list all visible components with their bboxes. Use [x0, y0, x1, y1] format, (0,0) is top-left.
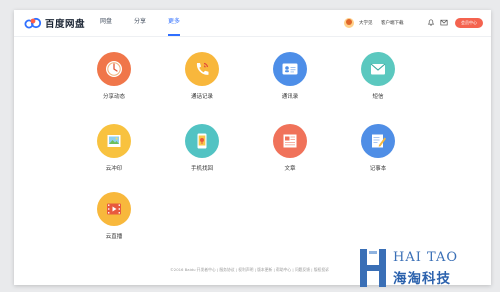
logo-text: 百度网盘 [45, 19, 86, 30]
app-contacts[interactable]: 通讯录 [268, 52, 312, 100]
photo-icon [97, 124, 131, 158]
clock-icon [97, 52, 131, 86]
app-cloud-print[interactable]: 云冲印 [92, 124, 136, 172]
app-share-feed[interactable]: 分享动态 [92, 52, 136, 100]
watermark-text-en: HAI TAO [393, 250, 458, 265]
app-cloud-live[interactable]: 云直播 [92, 192, 136, 240]
app-find-phone[interactable]: 手机找回 [180, 124, 224, 172]
user-menu[interactable]: 大学见 [344, 18, 373, 28]
film-icon [97, 192, 131, 226]
member-center-button[interactable]: 会员中心 [455, 18, 483, 28]
avatar[interactable] [344, 18, 354, 28]
main-nav: 网盘 分享 更多 [100, 10, 202, 36]
footer-links[interactable]: ©2016 Baidu 开发者中心 | 服务协议 | 权利声明 | 版本更新 |… [170, 267, 329, 273]
app-label: 分享动态 [102, 94, 125, 100]
app-label: 文章 [284, 166, 296, 172]
app-articles[interactable]: 文章 [268, 124, 312, 172]
watermark-text-cn: 海淘科技 [393, 271, 451, 287]
watermark: HAI TAO 海淘科技 [356, 246, 492, 292]
envelope-icon [361, 52, 395, 86]
contact-card-icon [273, 52, 307, 86]
top-header: 百度网盘 网盘 分享 更多 大学见 客户端下载 会员中心 [14, 10, 491, 37]
app-sms[interactable]: 短信 [356, 52, 400, 100]
app-label: 云直播 [105, 234, 123, 240]
cloud-logo-icon [24, 17, 42, 29]
app-label: 云冲印 [105, 166, 123, 172]
mail-icon[interactable] [440, 19, 448, 26]
app-call-log[interactable]: 通话记录 [180, 52, 224, 100]
app-label: 短信 [372, 94, 384, 100]
app-window: 百度网盘 网盘 分享 更多 大学见 客户端下载 会员中心 分享动态 通话记录 通… [14, 10, 491, 285]
article-icon [273, 124, 307, 158]
bell-icon[interactable] [427, 19, 435, 26]
app-label: 通话记录 [190, 94, 213, 100]
username[interactable]: 大学见 [359, 20, 373, 26]
nav-tab-more[interactable]: 更多 [168, 10, 181, 36]
notepad-icon [361, 124, 395, 158]
phone-locate-icon [185, 124, 219, 158]
logo[interactable]: 百度网盘 [24, 16, 85, 30]
app-label: 手机找回 [190, 166, 213, 172]
app-notepad[interactable]: 记事本 [356, 124, 400, 172]
watermark-logo-icon [360, 249, 386, 287]
nav-tab-share[interactable]: 分享 [134, 10, 146, 36]
client-download-link[interactable]: 客户端下载 [381, 20, 404, 26]
nav-tab-netdisk[interactable]: 网盘 [100, 10, 112, 36]
app-label: 记事本 [369, 166, 387, 172]
phone-icon [185, 52, 219, 86]
app-label: 通讯录 [281, 94, 299, 100]
